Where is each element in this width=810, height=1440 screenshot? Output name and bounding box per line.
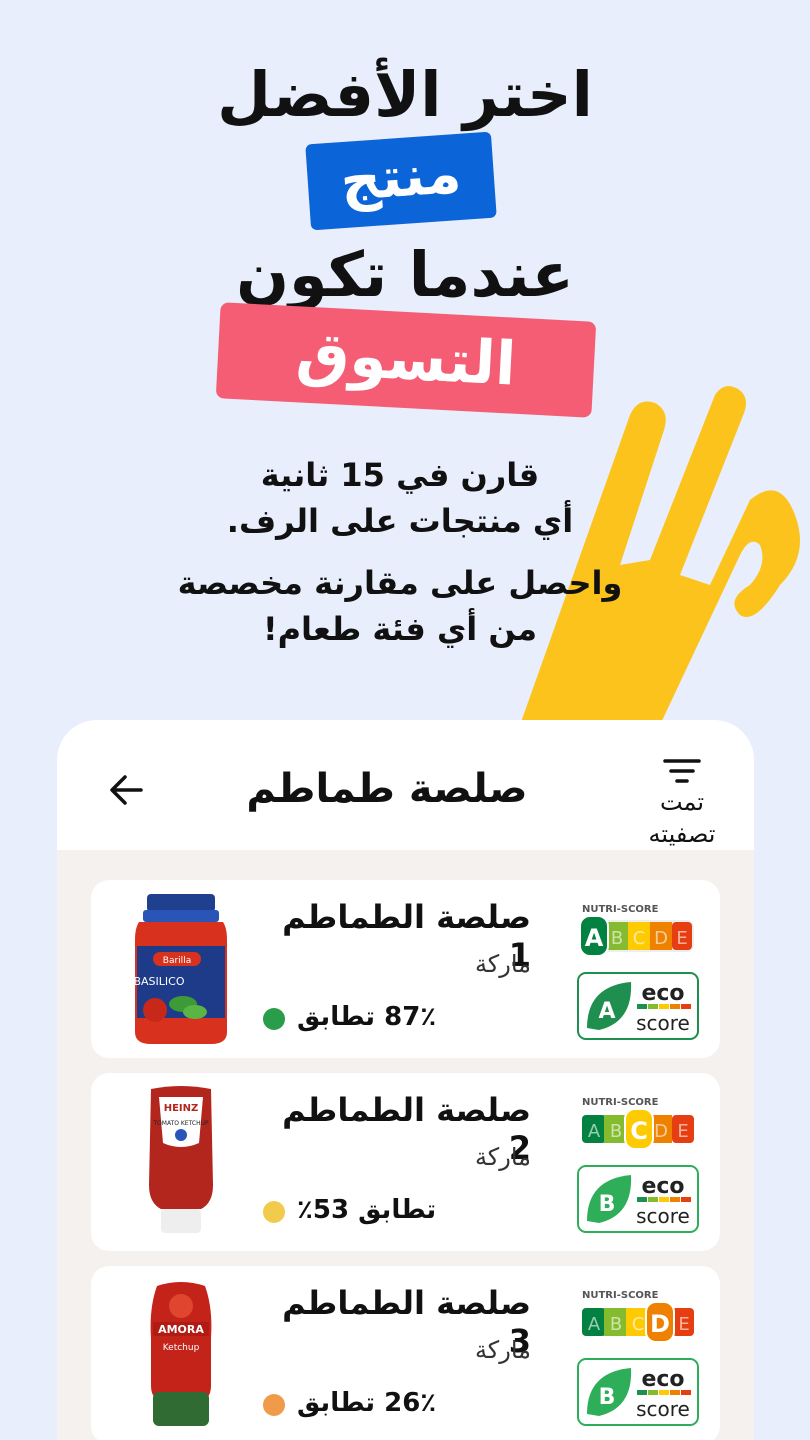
eco-word-1: eco	[641, 1174, 684, 1199]
hand-illustration	[520, 386, 800, 725]
subtext-line-2: أي منتجات على الرف.	[226, 502, 574, 540]
jar-variety-label: BASILICO	[133, 975, 184, 988]
nutri-letter: D	[654, 1121, 668, 1142]
eco-letter: B	[599, 1385, 616, 1410]
subtext-line-4: من أي فئة طعام!	[262, 610, 537, 648]
nutri-letter: B	[610, 1314, 622, 1335]
nutri-letter: B	[610, 1121, 622, 1142]
match-percentage: تطابق 53٪	[297, 1195, 437, 1225]
match-percentage: 26٪ تطابق	[297, 1388, 437, 1418]
product-image-ketchup-bottle: HEINZ TOMATO KETCHUP	[149, 1086, 213, 1233]
eco-word-1: eco	[641, 1367, 684, 1392]
match-row: 87٪ تطابق	[261, 998, 531, 1038]
card-header: صلصة طماطم تمت تصفيته	[57, 720, 754, 850]
match-indicator-dot	[263, 1394, 285, 1416]
bottle-brand-label: HEINZ	[164, 1103, 199, 1114]
subtext-block-1: قارن في 15 ثانية أي منتجات على الرف.	[150, 452, 650, 544]
nutri-letter: C	[633, 928, 646, 949]
eco-letter: A	[598, 999, 615, 1024]
subtext-block-2: واحصل على مقارنة مخصصة من أي فئة طعام!	[150, 560, 650, 652]
arrow-left-icon	[110, 775, 143, 805]
eco-score-a-badge: A eco score	[577, 972, 699, 1040]
match-indicator-dot	[263, 1008, 285, 1030]
nutri-letter: B	[611, 928, 623, 949]
match-row: تطابق 53٪	[261, 1191, 531, 1231]
subtext-line-3: واحصل على مقارنة مخصصة	[177, 564, 623, 602]
eco-score-b-badge: B eco score	[577, 1358, 699, 1426]
nutri-score-c-badge: NUTRI-SCORE A B C D E	[582, 1097, 694, 1150]
eco-word-1: eco	[641, 981, 684, 1006]
nutri-letter: A	[588, 1314, 601, 1335]
filter-button[interactable]: تمت تصفيته	[632, 756, 732, 850]
filter-icon	[663, 759, 701, 783]
headline-line-3: عندما تكون	[236, 238, 574, 311]
eco-word-2: score	[636, 1204, 690, 1228]
bottle-variety-label: TOMATO KETCHUP	[152, 1120, 209, 1127]
nutri-score-label: NUTRI-SCORE	[582, 1097, 659, 1108]
product-brand: ماركة	[474, 950, 531, 978]
product-list-card: صلصة طماطم تمت تصفيته Barilla BASILICO ص…	[57, 720, 754, 1440]
card-title: صلصة طماطم	[246, 766, 528, 812]
nutri-letter: D	[650, 1310, 670, 1338]
product-image-sauce-jar: Barilla BASILICO	[133, 894, 227, 1044]
nutri-score-label: NUTRI-SCORE	[582, 1290, 659, 1301]
match-percentage: 87٪ تطابق	[297, 1002, 437, 1032]
product-image-ketchup-bottle: AMORA Ketchup	[150, 1282, 212, 1426]
back-button[interactable]	[107, 770, 147, 810]
product-brand: ماركة	[474, 1336, 531, 1364]
nutri-letter: A	[585, 924, 604, 952]
product-card-2[interactable]: HEINZ TOMATO KETCHUP صلصة الطماطم 2 مارك…	[91, 1073, 720, 1251]
nutri-letter: E	[676, 928, 687, 949]
nutri-letter: D	[654, 928, 668, 949]
filter-label-line-1: تمت	[659, 788, 705, 816]
nutri-letter: C	[632, 1314, 645, 1335]
bottle-brand-label: AMORA	[158, 1323, 204, 1336]
eco-letter: B	[599, 1192, 616, 1217]
match-indicator-dot	[263, 1201, 285, 1223]
eco-score-b-badge: B eco score	[577, 1165, 699, 1233]
nutri-letter: C	[630, 1117, 648, 1145]
nutri-score-a-badge: NUTRI-SCORE A B C D E	[579, 904, 694, 957]
subtext-line-1: قارن في 15 ثانية	[260, 456, 540, 494]
product-card-1[interactable]: Barilla BASILICO صلصة الطماطم 1 ماركة 87…	[91, 880, 720, 1058]
filter-label-line-2: تصفيته	[648, 820, 716, 848]
headline-line-1: اختر الأفضل	[217, 58, 593, 131]
jar-brand-label: Barilla	[163, 956, 191, 966]
product-card-3[interactable]: AMORA Ketchup صلصة الطماطم 3 ماركة 26٪ ت…	[91, 1266, 720, 1440]
eco-word-2: score	[636, 1397, 690, 1421]
nutri-score-label: NUTRI-SCORE	[582, 904, 659, 915]
eco-word-2: score	[636, 1011, 690, 1035]
nutri-letter: E	[677, 1121, 688, 1142]
nutri-letter: A	[588, 1121, 601, 1142]
product-brand: ماركة	[474, 1143, 531, 1171]
headline-highlight-product: منتج	[305, 131, 497, 231]
bottle-variety-label: Ketchup	[163, 1343, 200, 1353]
nutri-score-d-badge: NUTRI-SCORE A B C D E	[582, 1290, 694, 1343]
nutri-letter: E	[678, 1314, 689, 1335]
match-row: 26٪ تطابق	[261, 1384, 531, 1424]
